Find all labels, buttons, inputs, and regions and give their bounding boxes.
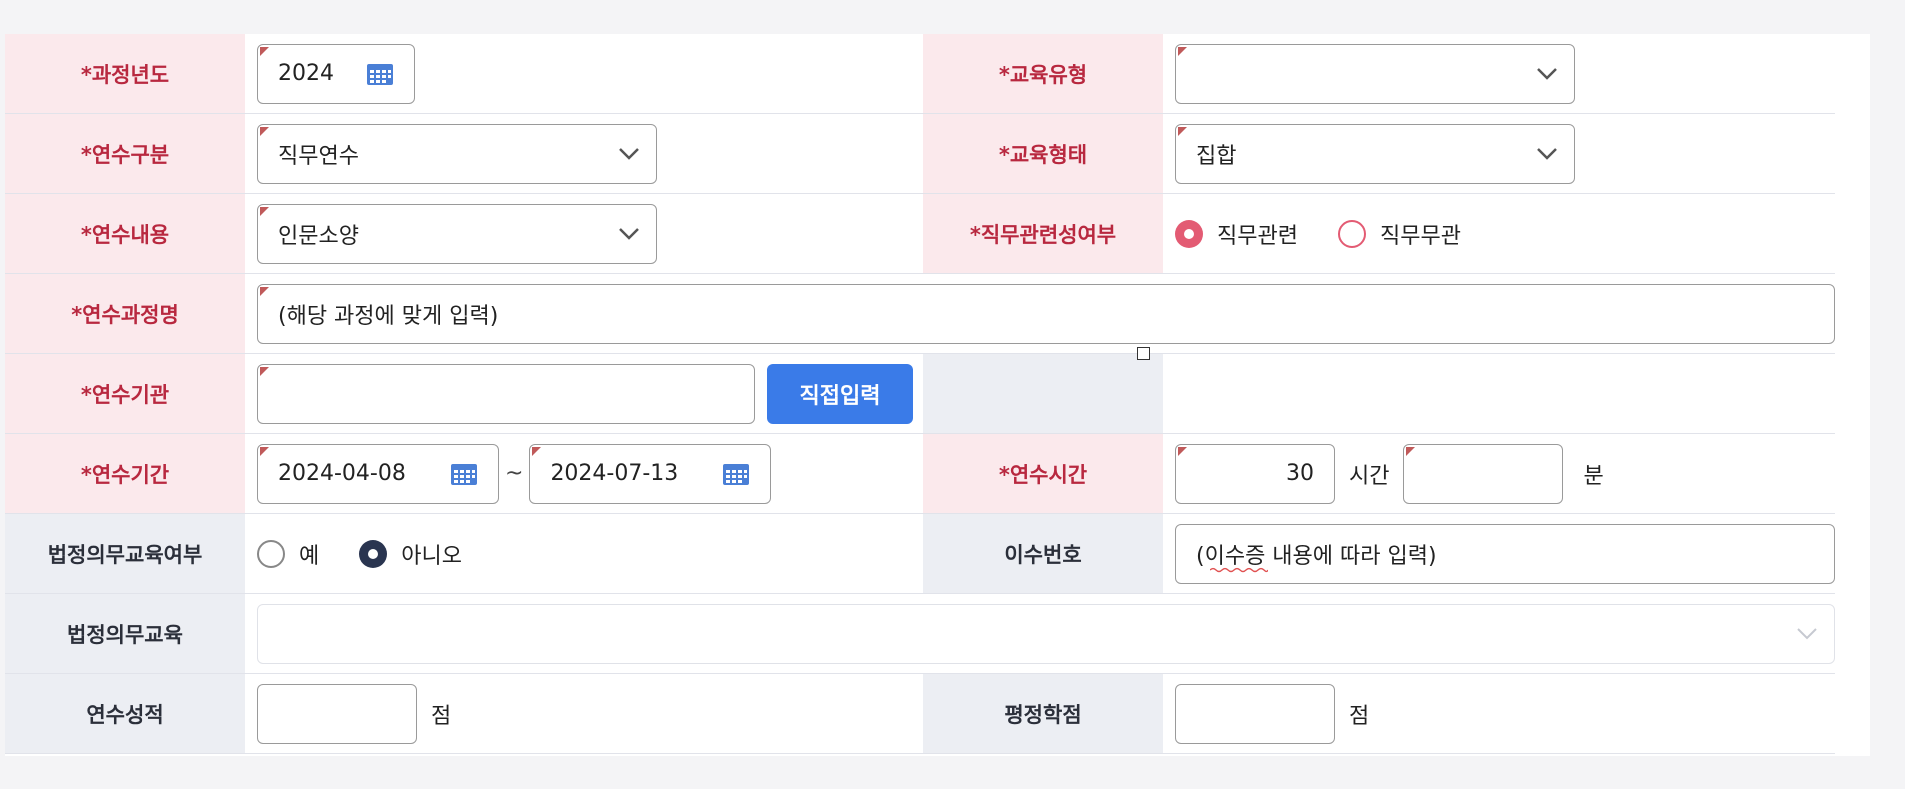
- period-end-value: 2024-07-13: [550, 461, 679, 486]
- calendar-icon[interactable]: [722, 462, 750, 486]
- period-separator: ~: [505, 461, 524, 486]
- score-cell: 점: [245, 674, 923, 754]
- direct-input-button[interactable]: 직접입력: [767, 363, 913, 424]
- course-year-cell: 2024: [245, 34, 923, 114]
- credit-input[interactable]: [1175, 683, 1335, 744]
- chevron-down-icon: [619, 147, 639, 160]
- radio-no[interactable]: 아니오: [359, 538, 462, 570]
- radio-unselected-icon: [257, 539, 285, 568]
- hours-unit: 시간: [1349, 463, 1390, 489]
- radio-yes-label: 예: [299, 543, 320, 569]
- hours-value: 30: [1286, 461, 1314, 486]
- course-year-input[interactable]: 2024: [257, 43, 415, 104]
- label-empty: [923, 354, 1163, 434]
- required-marker: [532, 446, 542, 456]
- required-marker: [260, 446, 269, 456]
- job-relevance-cell: 직무관련 직무무관: [1163, 194, 1835, 274]
- course-name-value: (해당 과정에 맞게 입력): [278, 303, 499, 329]
- training-content-select[interactable]: 인문소양: [257, 203, 657, 264]
- edu-type-select[interactable]: [1175, 43, 1575, 104]
- label-course-name: *연수과정명: [5, 274, 245, 354]
- calendar-icon[interactable]: [450, 462, 478, 486]
- training-category-select[interactable]: 직무연수: [257, 123, 657, 184]
- mandatory-flag-cell: 예 아니오: [245, 514, 923, 594]
- period-start-input[interactable]: 2024-04-08: [257, 443, 499, 504]
- edu-type-cell: [1163, 34, 1835, 114]
- mandatory-edu-select[interactable]: [257, 603, 1835, 664]
- chevron-down-icon: [1537, 147, 1557, 160]
- training-content-value: 인문소양: [278, 223, 359, 249]
- radio-job-unrelated-label: 직무무관: [1379, 223, 1461, 249]
- label-course-year: *과정년도: [5, 34, 245, 114]
- required-marker: [260, 286, 269, 296]
- period-cell: 2024-04-08 ~ 2024-07-13: [245, 434, 923, 514]
- label-mandatory-flag: 법정의무교육여부: [5, 514, 245, 594]
- label-completion-no: 이수번호: [923, 514, 1163, 594]
- score-unit: 점: [431, 703, 452, 729]
- course-year-value: 2024: [278, 61, 334, 86]
- institution-input[interactable]: [257, 363, 755, 424]
- course-name-cell: (해당 과정에 맞게 입력): [245, 274, 1835, 354]
- completion-no-input[interactable]: (이수증 내용에 따라 입력): [1175, 523, 1835, 584]
- required-marker: [260, 206, 269, 216]
- chevron-down-icon: [1537, 67, 1557, 80]
- mandatory-edu-cell: [245, 594, 1835, 674]
- required-marker: [1406, 446, 1416, 456]
- radio-job-unrelated[interactable]: 직무무관: [1337, 218, 1461, 250]
- label-edu-type: *교육유형: [923, 34, 1163, 114]
- radio-selected-icon: [359, 539, 388, 568]
- calendar-icon[interactable]: [366, 62, 394, 86]
- spellcheck-underline: [1210, 567, 1268, 572]
- label-period: *연수기간: [5, 434, 245, 514]
- edu-form-value: 집합: [1196, 143, 1237, 169]
- edu-form-select[interactable]: 집합: [1175, 123, 1575, 184]
- required-marker: [260, 46, 269, 56]
- edu-form-cell: 집합: [1163, 114, 1835, 194]
- radio-unselected-icon: [1337, 219, 1366, 248]
- label-training-content: *연수내용: [5, 194, 245, 274]
- course-name-input[interactable]: (해당 과정에 맞게 입력): [257, 283, 1835, 344]
- label-institution: *연수기관: [5, 354, 245, 434]
- label-score: 연수성적: [5, 674, 245, 754]
- training-content-cell: 인문소양: [245, 194, 923, 274]
- score-input[interactable]: [257, 683, 417, 744]
- required-marker: [260, 366, 269, 376]
- period-end-input[interactable]: 2024-07-13: [529, 443, 772, 504]
- label-edu-form: *교육형태: [923, 114, 1163, 194]
- radio-job-related[interactable]: 직무관련: [1175, 218, 1298, 250]
- radio-no-label: 아니오: [401, 543, 462, 569]
- resize-handle[interactable]: [1137, 347, 1150, 360]
- minutes-unit: 분: [1583, 463, 1604, 489]
- chevron-down-icon: [619, 227, 639, 240]
- label-job-relevance: *직무관련성여부: [923, 194, 1163, 274]
- required-marker: [1178, 126, 1187, 136]
- label-training-category: *연수구분: [5, 114, 245, 194]
- hours-cell: 30 시간 분: [1163, 434, 1835, 514]
- completion-no-cell: (이수증 내용에 따라 입력): [1163, 514, 1835, 594]
- period-start-value: 2024-04-08: [278, 461, 406, 486]
- hours-input[interactable]: 30: [1175, 443, 1335, 504]
- label-hours: *연수시간: [923, 434, 1163, 514]
- chevron-down-icon: [1797, 627, 1817, 639]
- label-credit: 평정학점: [923, 674, 1163, 754]
- completion-no-value: (이수증 내용에 따라 입력): [1196, 543, 1437, 569]
- radio-yes[interactable]: 예: [257, 538, 319, 570]
- training-category-value: 직무연수: [278, 143, 359, 169]
- credit-cell: 점: [1163, 674, 1835, 754]
- training-category-cell: 직무연수: [245, 114, 923, 194]
- credit-unit: 점: [1349, 703, 1370, 729]
- institution-cell: 직접입력: [245, 354, 923, 434]
- required-marker: [1178, 46, 1187, 56]
- radio-job-related-label: 직무관련: [1217, 223, 1298, 249]
- radio-selected-icon: [1175, 219, 1203, 248]
- label-mandatory-edu: 법정의무교육: [5, 594, 245, 674]
- empty-cell: [1163, 354, 1835, 434]
- required-marker: [1178, 446, 1187, 456]
- course-form: *과정년도 2024 *교육유형 *연수구분 직무연수 *교육형태 집합 *연수…: [5, 34, 1835, 754]
- required-marker: [260, 126, 269, 136]
- minutes-input[interactable]: [1403, 443, 1564, 504]
